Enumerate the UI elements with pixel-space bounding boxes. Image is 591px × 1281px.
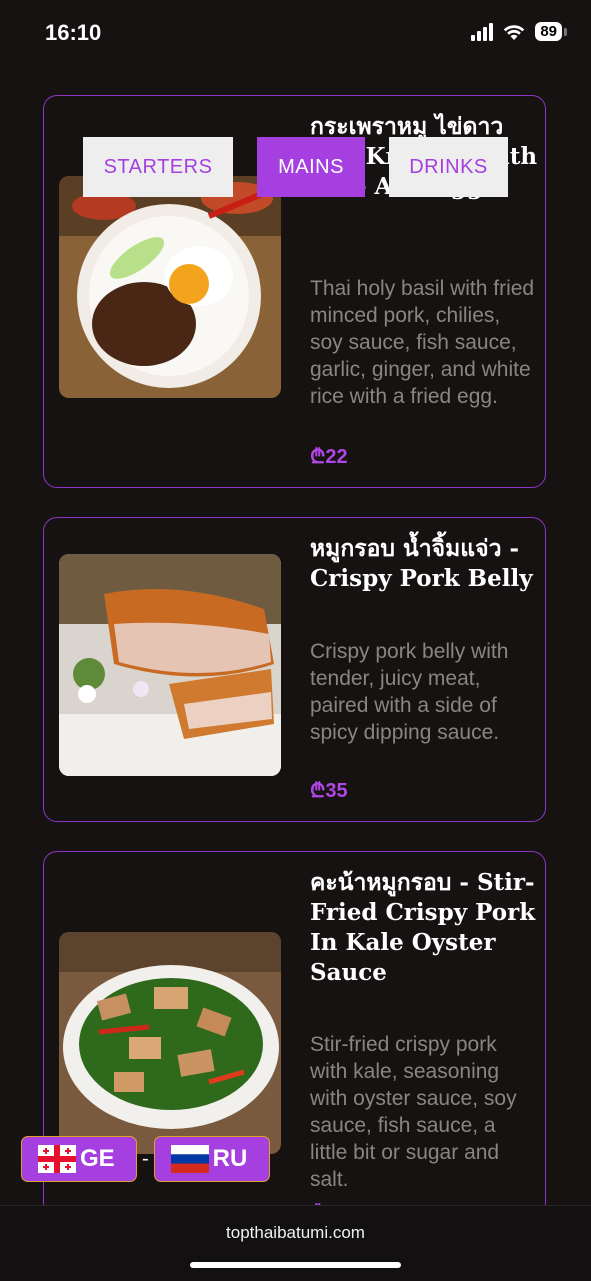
language-code-ge: GE	[80, 1145, 115, 1172]
dish-title: หมูกรอบ น้ำจิ้มแจ่ว - Crispy Pork Belly	[310, 535, 533, 592]
language-switcher: GE - RU	[21, 1136, 270, 1182]
status-bar: 16:10 89	[0, 0, 591, 70]
browser-bottom-bar: topthaibatumi.com	[0, 1205, 591, 1281]
language-code-ru: RU	[212, 1145, 248, 1172]
dish-title: คะน้าหมูกรอบ - Stir-Fried Crispy Pork In…	[310, 869, 536, 986]
cellular-signal-icon	[471, 22, 494, 41]
dish-price: ₾35	[310, 780, 348, 802]
tab-mains[interactable]: MAINS	[257, 137, 365, 197]
dish-description: Thai holy basil with fried minced pork, …	[310, 277, 535, 408]
status-time: 16:10	[45, 20, 102, 45]
wifi-icon	[504, 24, 525, 40]
language-separator: -	[142, 1147, 149, 1170]
status-icons: 89	[471, 22, 567, 41]
dish-image-kale-crispy-pork	[59, 932, 281, 1154]
georgia-flag-icon	[38, 1145, 76, 1173]
dish-image-pad-kra-pao	[59, 176, 281, 398]
category-tabs: STARTERS MAINS DRINKS	[0, 137, 591, 197]
dish-price: ₾22	[310, 446, 348, 468]
tab-drinks[interactable]: DRINKS	[389, 137, 508, 197]
language-button-ge[interactable]: GE	[21, 1136, 137, 1182]
dish-image-crispy-pork-belly	[59, 554, 281, 776]
address-bar-url[interactable]: topthaibatumi.com	[0, 1223, 591, 1243]
home-indicator[interactable]	[190, 1262, 401, 1268]
russia-flag-icon	[170, 1145, 209, 1173]
language-button-ru[interactable]: RU	[153, 1136, 270, 1182]
battery-icon: 89	[535, 22, 567, 41]
dish-description: Crispy pork belly with tender, juicy mea…	[310, 640, 509, 744]
battery-level: 89	[535, 22, 562, 41]
dish-description: Stir-fried crispy pork with kale, season…	[310, 1033, 517, 1191]
menu-item-card[interactable]: หมูกรอบ น้ำจิ้มแจ่ว - Crispy Pork Belly …	[43, 517, 546, 822]
tab-starters[interactable]: STARTERS	[83, 137, 233, 197]
